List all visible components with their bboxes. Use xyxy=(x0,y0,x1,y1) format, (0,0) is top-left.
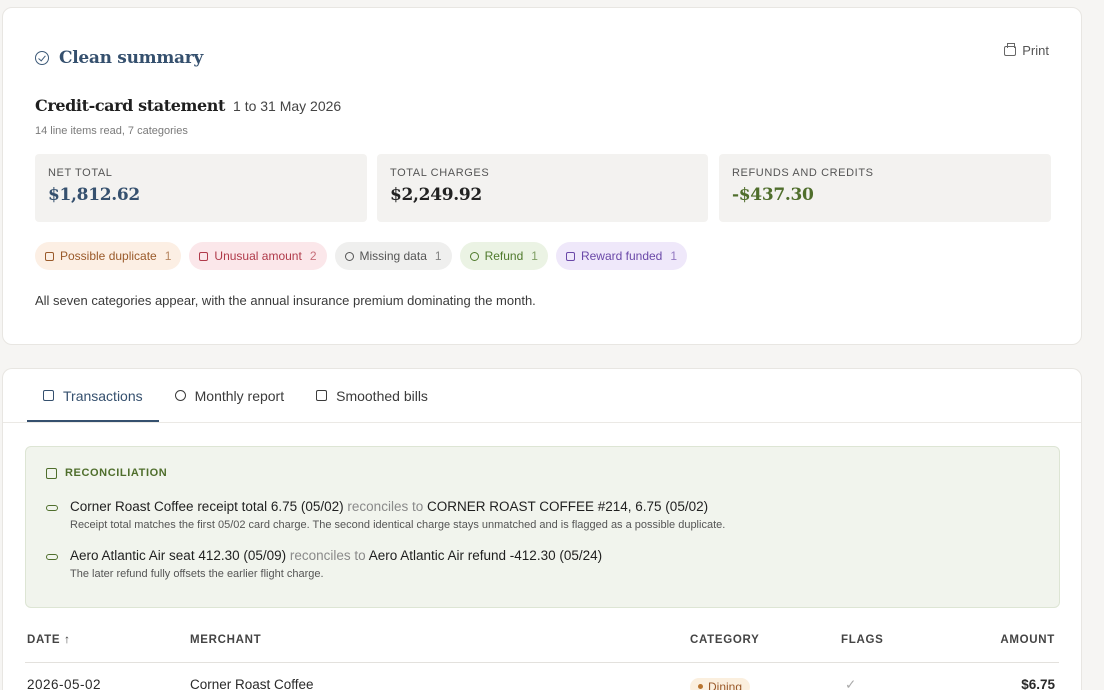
calendar-icon xyxy=(316,390,328,401)
printer-icon xyxy=(1004,42,1017,56)
flag-count: 1 xyxy=(164,249,172,263)
tab-label: Transactions xyxy=(63,387,143,404)
flag-missing-data[interactable]: Missing data 1 xyxy=(334,242,452,270)
tab-label: Smoothed bills xyxy=(336,387,428,404)
gift-icon xyxy=(565,251,575,261)
net-total-value: $1,812.62 xyxy=(48,185,140,205)
cell-date: 2026-05-02 xyxy=(27,677,102,690)
cell-flags: ✓ xyxy=(845,677,857,690)
match-connector: reconciles to xyxy=(289,548,366,563)
total-charges-stat: TOTAL CHARGES $2,249.92 xyxy=(377,154,708,222)
flag-label: Refund xyxy=(484,249,524,263)
flag-label: Unusual amount xyxy=(214,249,302,263)
flag-reward-funded[interactable]: Reward funded 1 xyxy=(555,242,688,270)
flag-unusual-amount[interactable]: Unusual amount 2 xyxy=(189,242,327,270)
cell-merchant: Corner Roast Coffee xyxy=(190,677,314,690)
cell-category: Dining xyxy=(690,677,751,690)
match-connector: reconciles to xyxy=(347,499,424,514)
statement-subtitle: 14 line items read, 7 categories xyxy=(35,125,188,137)
summary-note: All seven categories appear, with the an… xyxy=(35,293,536,308)
net-total-label: NET TOTAL xyxy=(48,167,113,179)
flag-refund[interactable]: Refund 1 xyxy=(459,242,548,270)
tab-smoothed-bills[interactable]: Smoothed bills xyxy=(300,369,444,422)
reconciliation-item: Aero Atlantic Air seat 412.30 (05/09) re… xyxy=(46,548,602,580)
match-target: CORNER ROAST COFFEE #214, 6.75 (05/02) xyxy=(426,499,709,514)
category-dot xyxy=(698,684,703,689)
print-label: Print xyxy=(1022,43,1049,58)
link-icon xyxy=(46,554,58,560)
reconciliation-item: Corner Roast Coffee receipt total 6.75 (… xyxy=(46,499,725,531)
flag-count: 1 xyxy=(531,249,538,263)
tab-bar: Transactions Monthly report Smoothed bil… xyxy=(27,369,444,422)
reconciliation-title: RECONCILIATION xyxy=(65,467,168,479)
flag-label: Possible duplicate xyxy=(60,249,157,263)
net-total-stat: NET TOTAL $1,812.62 xyxy=(35,154,367,222)
column-header-flags[interactable]: FLAGS xyxy=(841,634,883,646)
reconciliation-detail: Receipt total matches the first 05/02 ca… xyxy=(70,519,726,531)
category-label: Dining xyxy=(708,679,743,690)
flag-count: 1 xyxy=(670,249,678,263)
list-icon xyxy=(43,390,54,401)
link-icon xyxy=(46,505,58,511)
column-header-date[interactable]: DATE ↑ xyxy=(27,634,71,646)
tab-transactions[interactable]: Transactions xyxy=(27,369,159,422)
flag-count: 2 xyxy=(309,249,317,263)
summary-title: Clean summary xyxy=(59,48,203,68)
check-circle-icon xyxy=(35,51,49,65)
reconciliation-detail: The later refund fully offsets the earli… xyxy=(70,568,324,580)
table-row[interactable]: 2026-05-02 Corner Roast Coffee Dining ✓ … xyxy=(3,673,1081,690)
undo-icon xyxy=(469,251,479,261)
statement-title: Credit-card statement xyxy=(35,96,226,115)
tabs-divider xyxy=(3,422,1081,423)
table-header-divider xyxy=(25,662,1059,663)
match-source: Aero Atlantic Air seat 412.30 (05/09) xyxy=(70,548,287,563)
tab-label: Monthly report xyxy=(194,387,285,404)
pie-chart-icon xyxy=(174,390,186,401)
total-charges-value: $2,249.92 xyxy=(390,185,482,205)
flag-filters: Possible duplicate 1 Unusual amount 2 Mi… xyxy=(35,242,688,270)
refunds-credits-label: REFUNDS AND CREDITS xyxy=(732,167,874,179)
flag-count: 1 xyxy=(434,249,442,263)
copy-icon xyxy=(45,251,54,261)
trend-up-icon xyxy=(199,251,209,261)
statement-range: 1 to 31 May 2026 xyxy=(233,98,342,114)
category-pill: Dining xyxy=(690,677,751,690)
total-charges-label: TOTAL CHARGES xyxy=(390,167,490,179)
reconciliation-panel: RECONCILIATION Corner Roast Coffee recei… xyxy=(25,446,1060,608)
clock-icon xyxy=(344,251,354,261)
transactions-panel: Transactions Monthly report Smoothed bil… xyxy=(2,368,1082,690)
refunds-credits-stat: REFUNDS AND CREDITS -$437.30 xyxy=(719,154,1051,222)
column-header-merchant[interactable]: MERCHANT xyxy=(190,634,261,646)
column-header-category[interactable]: CATEGORY xyxy=(690,634,760,646)
flag-label: Missing data xyxy=(359,249,427,263)
print-button[interactable]: Print xyxy=(1004,42,1049,58)
flag-possible-duplicate[interactable]: Possible duplicate 1 xyxy=(35,242,182,270)
reconciliation-match: Corner Roast Coffee receipt total 6.75 (… xyxy=(70,499,725,514)
column-header-amount[interactable]: AMOUNT xyxy=(1000,634,1055,646)
table-header: DATE ↑ MERCHANT CATEGORY FLAGS AMOUNT xyxy=(3,634,1081,662)
statement-heading: Credit-card statement 1 to 31 May 2026 xyxy=(35,96,341,115)
match-target: Aero Atlantic Air refund -412.30 (05/24) xyxy=(368,548,603,563)
summary-card: Clean summary Print Credit-card statemen… xyxy=(2,7,1082,345)
reconciliation-header: RECONCILIATION xyxy=(46,467,167,479)
refunds-credits-value: -$437.30 xyxy=(732,185,814,205)
summary-header: Clean summary xyxy=(35,48,203,68)
flag-label: Reward funded xyxy=(580,249,663,263)
reconciliation-match: Aero Atlantic Air seat 412.30 (05/09) re… xyxy=(70,548,602,563)
match-source: Corner Roast Coffee receipt total 6.75 (… xyxy=(70,499,344,514)
cell-amount: $6.75 xyxy=(1021,677,1055,690)
reconcile-icon xyxy=(46,467,57,479)
tab-monthly-report[interactable]: Monthly report xyxy=(159,369,300,422)
